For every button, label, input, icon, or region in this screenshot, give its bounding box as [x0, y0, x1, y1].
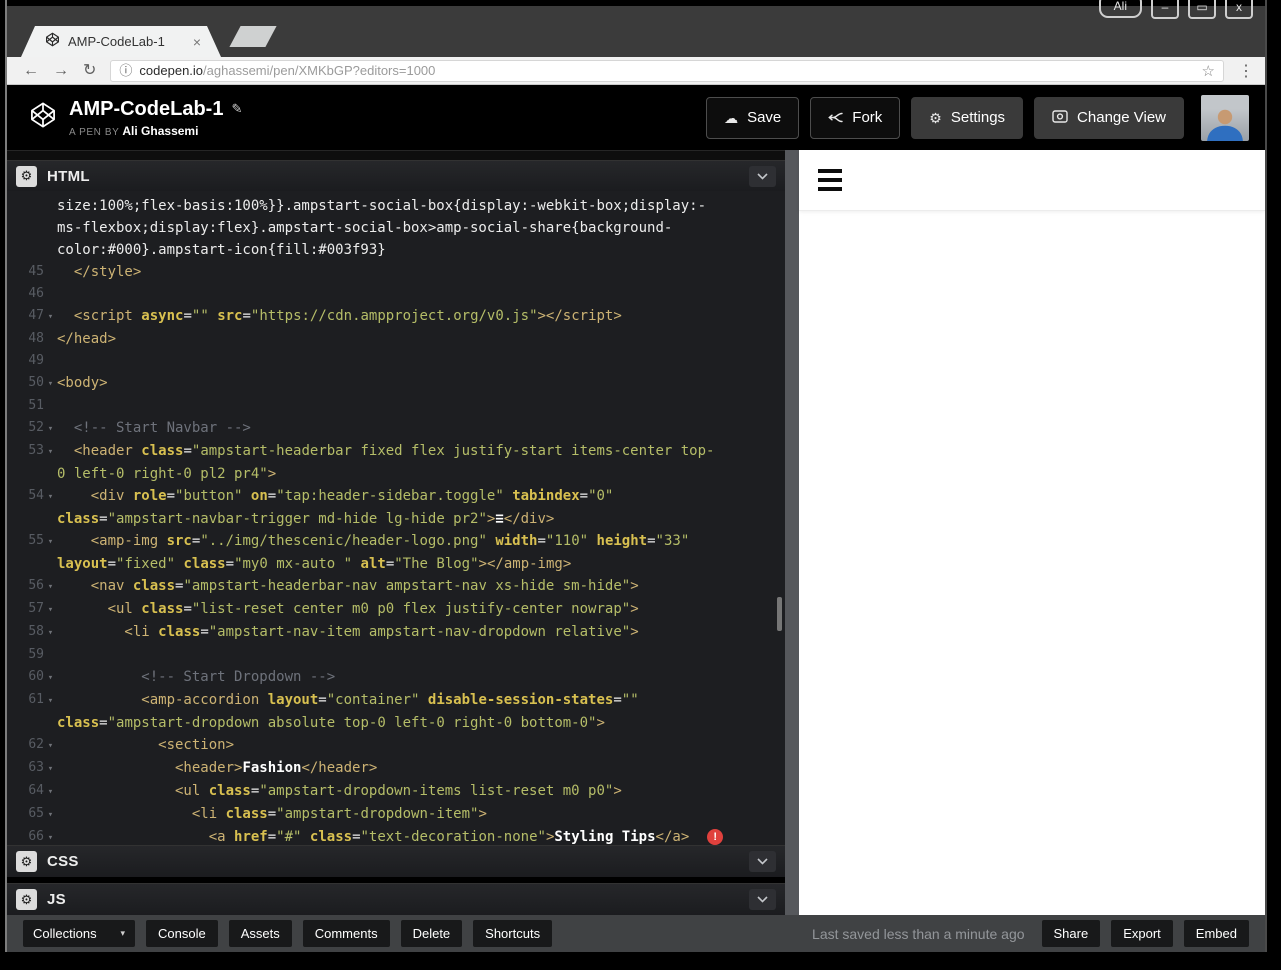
collections-dropdown[interactable]: Collections ▾ [23, 920, 135, 947]
code-line[interactable]: size:100%;flex-basis:100%}}.ampstart-soc… [7, 195, 785, 217]
profile-button[interactable]: Ali [1098, 0, 1142, 18]
code-line[interactable]: 50 ▾ <body> [7, 372, 785, 395]
new-tab-button[interactable] [229, 26, 277, 47]
forward-icon[interactable]: → [53, 62, 69, 79]
preview-pane [799, 150, 1265, 915]
css-panel-header[interactable]: ⚙ CSS [7, 845, 785, 877]
code-line[interactable]: layout="fixed" class="my0 mx-auto " alt=… [7, 553, 785, 575]
code-line[interactable]: 53 ▾ <header class="ampstart-headerbar fi… [7, 440, 785, 463]
html-gear-icon[interactable]: ⚙ [16, 165, 37, 187]
editor-scrollbar[interactable] [777, 597, 782, 631]
chevron-down-icon: ▾ [120, 928, 125, 938]
code-line[interactable]: 66 ▾ <a href="#" class="text-decoration-n… [7, 826, 785, 845]
save-button[interactable]: ☁ Save [706, 96, 800, 139]
settings-button[interactable]: ⚙ Settings [911, 96, 1024, 139]
fork-icon [828, 111, 843, 125]
js-panel-label: JS [47, 891, 66, 908]
code-line[interactable]: 60 ▾ <!-- Start Dropdown --> [7, 666, 785, 689]
author-link[interactable]: Ali Ghassemi [122, 124, 198, 138]
css-panel-label: CSS [47, 853, 79, 870]
preview-page-body [799, 211, 1265, 915]
console-button[interactable]: Console [146, 920, 218, 947]
codepen-favicon-icon [45, 32, 60, 52]
last-saved-status: Last saved less than a minute ago [812, 925, 1025, 942]
code-line[interactable]: 63 ▾ <header>Fashion</header> [7, 757, 785, 780]
preview-page-header [799, 150, 1265, 211]
browser-titlebar: Ali – ▭ x AMP-CodeLab-1 × [7, 0, 1265, 57]
code-line[interactable]: 49 [7, 350, 785, 372]
css-gear-icon[interactable]: ⚙ [16, 851, 37, 872]
info-icon[interactable]: ⓘ [119, 64, 132, 77]
codepen-header: AMP-CodeLab-1 ✎ A PEN BY Ali Ghassemi ☁ S… [7, 85, 1265, 150]
code-line[interactable]: 56 ▾ <nav class="ampstart-headerbar-nav a… [7, 575, 785, 598]
code-line[interactable]: 62 ▾ <section> [7, 734, 785, 757]
code-line[interactable]: 52 ▾ <!-- Start Navbar --> [7, 417, 785, 440]
css-collapse-button[interactable] [749, 851, 776, 872]
pen-title: AMP-CodeLab-1 [69, 97, 224, 120]
code-line[interactable]: class="ampstart-navbar-trigger md-hide l… [7, 508, 785, 530]
code-line[interactable]: 59 [7, 644, 785, 666]
shortcuts-button[interactable]: Shortcuts [473, 920, 553, 947]
back-icon[interactable]: ← [23, 62, 39, 79]
code-line[interactable]: 65 ▾ <li class="ampstart-dropdown-item"> [7, 803, 785, 826]
code-line[interactable]: 0 left-0 right-0 pl2 pr4"> [7, 463, 785, 485]
code-line[interactable]: ms-flexbox;display:flex}.ampstart-social… [7, 217, 785, 239]
browser-window: Ali – ▭ x AMP-CodeLab-1 × ← → ↻ ⓘ codepe… [5, 0, 1267, 952]
js-panel-header[interactable]: ⚙ JS [7, 883, 785, 915]
editor-column: ⚙ HTML size:100%;flex-basis:100%}}.ampst… [7, 150, 785, 915]
bottom-bar: Collections ▾ Console Assets Comments Del… [7, 915, 1265, 952]
codepen-logo-icon[interactable] [29, 101, 57, 134]
code-line[interactable]: 45 </style> [7, 261, 785, 283]
hamburger-menu-icon[interactable] [818, 169, 842, 191]
maximize-button[interactable]: ▭ [1188, 0, 1216, 19]
split-drag-handle[interactable] [785, 150, 799, 915]
comments-button[interactable]: Comments [302, 920, 390, 947]
bookmark-star-icon[interactable]: ☆ [1202, 62, 1215, 80]
html-panel-header[interactable]: ⚙ HTML [7, 160, 785, 191]
url-input[interactable]: ⓘ codepen.io/aghassemi/pen/XMKbGP?editor… [110, 59, 1224, 82]
export-button[interactable]: Export [1111, 920, 1173, 947]
gear-icon: ⚙ [929, 109, 942, 126]
html-collapse-button[interactable] [749, 165, 776, 187]
change-view-button[interactable]: Change View [1034, 96, 1184, 139]
code-line[interactable]: 64 ▾ <ul class="ampstart-dropdown-items l… [7, 780, 785, 803]
cloud-icon: ☁ [724, 109, 739, 126]
browser-toolbar: ← → ↻ ⓘ codepen.io/aghassemi/pen/XMKbGP?… [7, 57, 1265, 85]
close-window-button[interactable]: x [1225, 0, 1253, 19]
html-panel-label: HTML [47, 167, 90, 185]
code-line[interactable]: class="ampstart-dropdown absolute top-0 … [7, 712, 785, 734]
tab-close-icon[interactable]: × [193, 34, 201, 50]
code-line[interactable]: color:#000}.ampstart-icon{fill:#003f93} [7, 239, 785, 261]
code-line[interactable]: 46 [7, 283, 785, 305]
tab-title: AMP-CodeLab-1 [68, 34, 165, 49]
code-line[interactable]: 58 ▾ <li class="ampstart-nav-item ampstar… [7, 621, 785, 644]
code-line[interactable]: 54 ▾ <div role="button" on="tap:header-si… [7, 485, 785, 508]
delete-button[interactable]: Delete [400, 920, 463, 947]
assets-button[interactable]: Assets [228, 920, 292, 947]
embed-button[interactable]: Embed [1183, 920, 1249, 947]
code-line[interactable]: 47 ▾ <script async="" src="https://cdn.am… [7, 305, 785, 328]
edit-title-pencil-icon[interactable]: ✎ [231, 101, 242, 117]
user-avatar[interactable] [1201, 94, 1249, 141]
url-host: codepen.io [139, 62, 204, 78]
code-line[interactable]: 55 ▾ <amp-img src="../img/thescenic/heade… [7, 530, 785, 553]
minimize-button[interactable]: – [1151, 0, 1179, 19]
js-collapse-button[interactable] [749, 889, 776, 910]
code-line[interactable]: 57 ▾ <ul class="list-reset center m0 p0 f… [7, 598, 785, 621]
share-button[interactable]: Share [1041, 920, 1101, 947]
pen-by-label: A PEN BY [69, 126, 120, 138]
js-gear-icon[interactable]: ⚙ [16, 889, 37, 910]
html-code-editor[interactable]: size:100%;flex-basis:100%}}.ampstart-soc… [7, 191, 785, 845]
url-path: /aghassemi/pen/XMKbGP?editors=1000 [203, 62, 436, 78]
browser-tab[interactable]: AMP-CodeLab-1 × [21, 26, 221, 57]
browser-menu-icon[interactable]: ⋮ [1238, 61, 1255, 81]
code-rows: size:100%;flex-basis:100%}}.ampstart-soc… [7, 195, 785, 845]
view-icon [1052, 110, 1068, 125]
code-line[interactable]: 51 [7, 395, 785, 417]
error-icon[interactable]: ! [707, 829, 724, 845]
code-line[interactable]: 48 </head> [7, 328, 785, 350]
reload-icon[interactable]: ↻ [83, 62, 96, 79]
code-line[interactable]: 61 ▾ <amp-accordion layout="container" di… [7, 689, 785, 712]
fork-button[interactable]: Fork [810, 96, 901, 139]
